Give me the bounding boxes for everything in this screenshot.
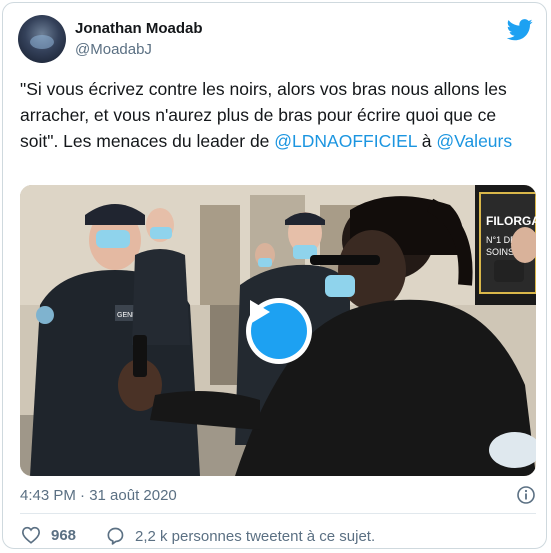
divider bbox=[20, 513, 536, 514]
conversation-button[interactable]: 2,2 k personnes tweetent à ce sujet. bbox=[105, 526, 375, 546]
mention-ldnaofficiel[interactable]: @LDNAOFFICIEL bbox=[274, 131, 417, 151]
play-icon bbox=[250, 300, 270, 324]
comment-icon bbox=[107, 527, 124, 545]
tweet-text: "Si vous écrivez contre les noirs, alors… bbox=[20, 76, 535, 154]
play-button[interactable] bbox=[246, 298, 312, 364]
twitter-bird-icon[interactable] bbox=[507, 19, 533, 41]
author-name[interactable]: Jonathan Moadab bbox=[75, 20, 203, 37]
tweet-timestamp[interactable]: 4:43 PM · 31 août 2020 bbox=[20, 487, 177, 504]
info-icon[interactable] bbox=[516, 485, 536, 505]
tweet-text-part2: à bbox=[416, 131, 437, 151]
mention-valeurs[interactable]: @Valeurs bbox=[436, 131, 512, 151]
like-count: 968 bbox=[51, 526, 77, 544]
conversation-text: 2,2 k personnes tweetent à ce sujet. bbox=[135, 527, 376, 545]
sign-text-brand: FILORGA bbox=[486, 214, 536, 228]
heart-icon bbox=[21, 526, 41, 544]
video-player[interactable]: FILORGA N°1 DES SOINS REGA GENDARMERIE bbox=[20, 185, 536, 476]
like-button[interactable]: 968 bbox=[21, 526, 76, 544]
avatar[interactable] bbox=[18, 15, 66, 63]
tweet-card: Jonathan Moadab @MoadabJ "Si vous écrive… bbox=[2, 2, 547, 549]
author-handle[interactable]: @MoadabJ bbox=[75, 41, 152, 58]
